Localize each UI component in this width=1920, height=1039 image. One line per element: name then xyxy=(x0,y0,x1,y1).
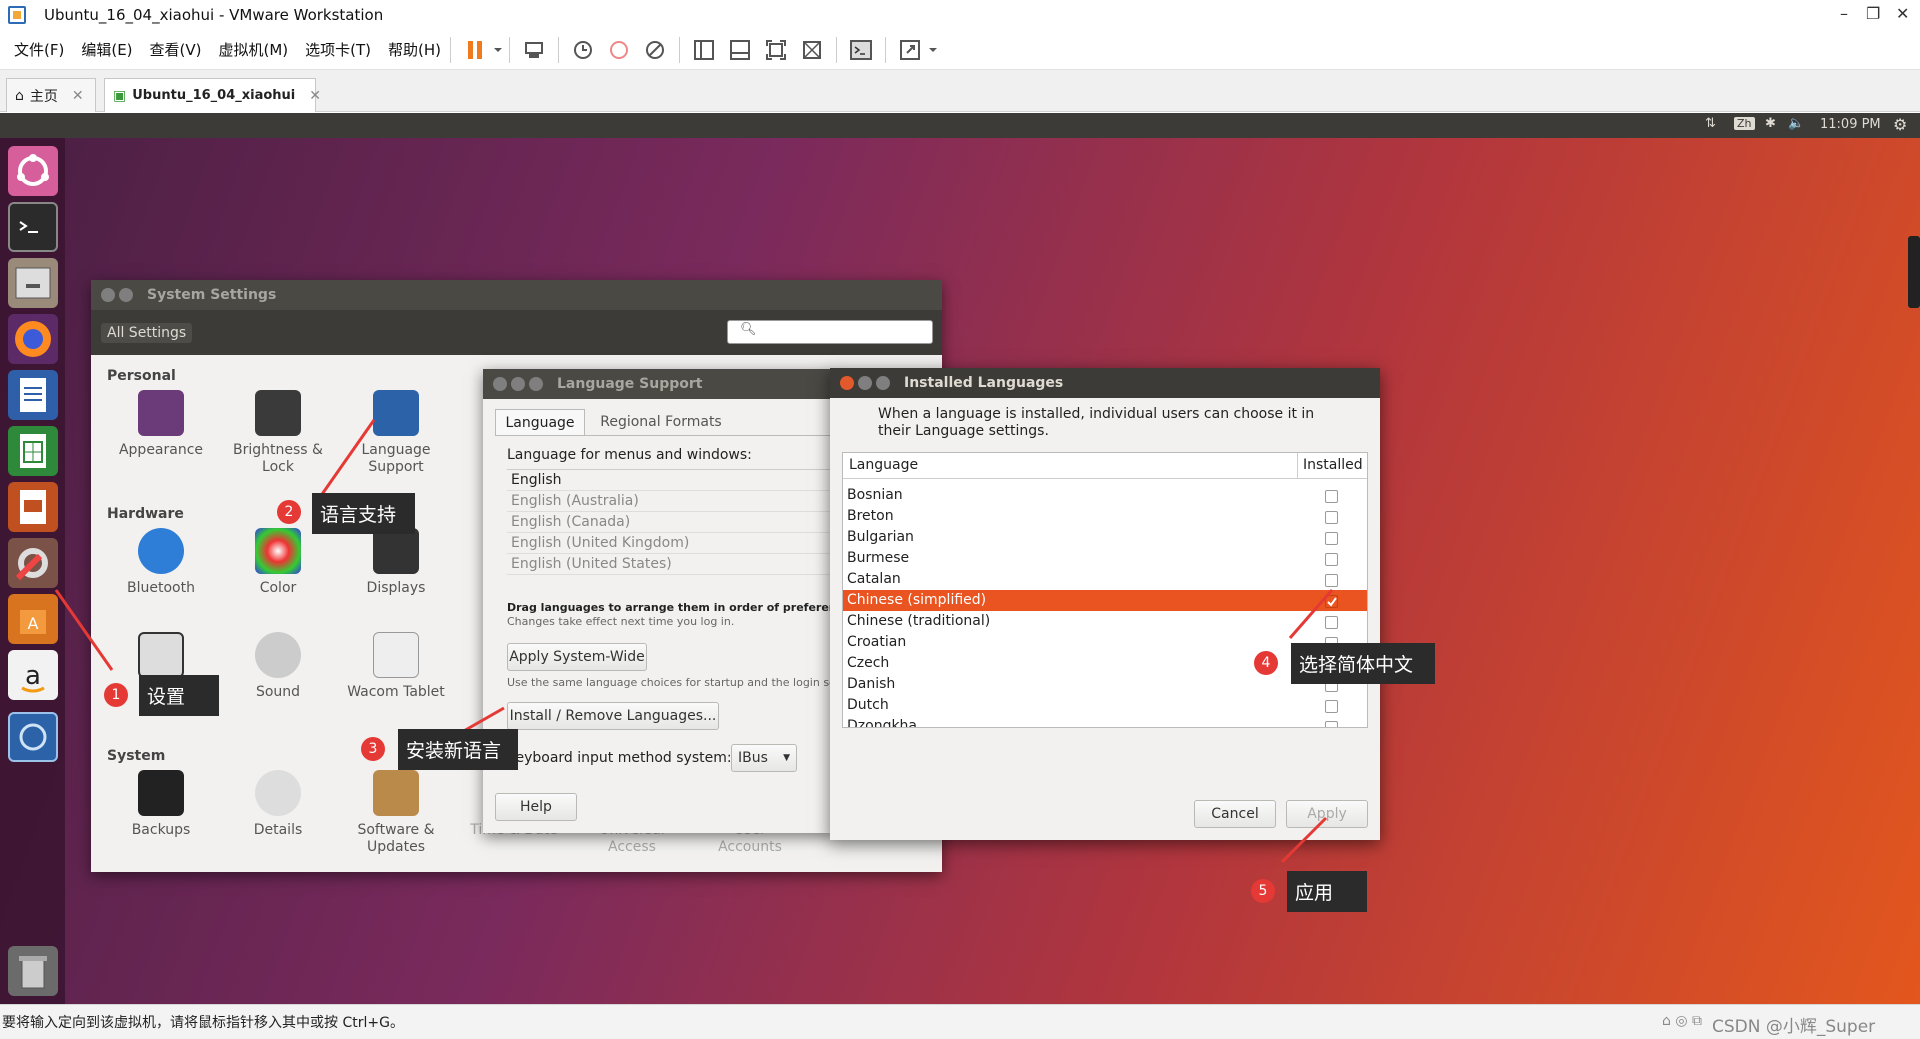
annotation-badge-2: 2 xyxy=(277,500,301,524)
watermark: CSDN @小辉_Super xyxy=(1712,1017,1876,1037)
annotation-callout-3: 安装新语言 xyxy=(398,729,518,770)
arrow-2 xyxy=(316,419,376,501)
annotation-callout-2: 语言支持 xyxy=(312,493,415,534)
annotation-badge-5: 5 xyxy=(1251,879,1275,903)
arrow-5 xyxy=(1280,816,1328,864)
annotation-callout-4: 选择简体中文 xyxy=(1291,643,1435,684)
annotation-badge-4: 4 xyxy=(1254,651,1278,675)
annotation-badge-1: 1 xyxy=(104,683,128,707)
annotation-callout-5: 应用 xyxy=(1287,871,1367,912)
annotation-callout-1: 设置 xyxy=(139,675,219,716)
annotation-badge-3: 3 xyxy=(361,737,385,761)
arrow-1 xyxy=(54,589,114,671)
vmware-statusbar: 要将输入定向到该虚拟机，请将鼠标指针移入其中或按 Ctrl+G。 ⌂ ◎ ⧉ C… xyxy=(0,1004,1920,1039)
arrow-4 xyxy=(1288,589,1334,639)
status-text: 要将输入定向到该虚拟机，请将鼠标指针移入其中或按 Ctrl+G。 xyxy=(2,1015,404,1031)
device-icons[interactable]: ⌂ ◎ ⧉ xyxy=(1662,1013,1702,1029)
